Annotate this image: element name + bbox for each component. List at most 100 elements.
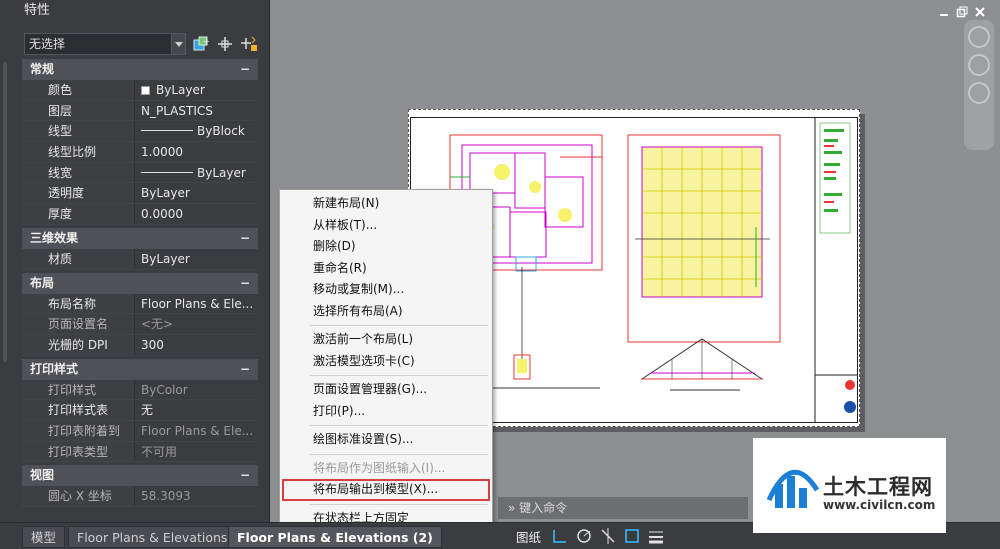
property-value[interactable]: 不可用 (134, 441, 258, 462)
ortho-icon[interactable] (551, 527, 569, 545)
collapse-icon[interactable]: − (240, 359, 250, 380)
quick-select-icon[interactable] (240, 35, 258, 53)
section-header[interactable]: 常规 − (22, 59, 258, 80)
property-value[interactable]: <无> (134, 314, 258, 334)
property-value[interactable]: ByColor (134, 379, 258, 400)
property-row[interactable]: 材质 ByLayer (22, 248, 258, 270)
chevron-down-icon[interactable] (171, 34, 185, 54)
property-row[interactable]: 颜色 ByLayer (22, 80, 258, 101)
property-value-text: ByLayer (156, 83, 205, 97)
section-header[interactable]: 三维效果 − (22, 227, 258, 249)
selection-dropdown-value: 无选择 (29, 37, 66, 51)
menu-item-export-layout-to-model[interactable]: 将布局输出到模型(X)... (282, 479, 490, 501)
command-line-input[interactable]: » 键入命令 (498, 497, 748, 519)
lineweight-icon[interactable] (647, 527, 665, 545)
collapse-icon[interactable]: − (240, 273, 250, 294)
menu-item: 将布局作为图纸输入(I)... (313, 460, 446, 475)
title-block (814, 117, 857, 422)
watermark-url: www.civilcn.com (823, 498, 936, 512)
palette-title: 特性 (0, 0, 269, 22)
menu-item[interactable]: 页面设置管理器(G)... (280, 379, 492, 401)
property-value[interactable]: 1.0000 (134, 142, 258, 162)
selection-dropdown[interactable]: 无选择 (24, 33, 186, 55)
property-value[interactable]: 58.3093 (134, 486, 258, 506)
property-row[interactable]: 打印表类型 不可用 (22, 441, 258, 463)
section-header[interactable]: 视图 − (22, 465, 258, 487)
menu-item[interactable]: 移动或复制(M)... (280, 279, 492, 301)
property-value-text: 不可用 (141, 444, 178, 459)
watermark-emblem-icon (766, 469, 819, 508)
property-row[interactable]: 打印样式 ByColor (22, 379, 258, 401)
section-header[interactable]: 布局 − (22, 272, 258, 294)
tab-label: Floor Plans & Elevations (2) (237, 530, 433, 545)
property-value[interactable]: Floor Plans & Ele... (134, 293, 258, 314)
property-row[interactable]: 厚度 0.0000 (22, 204, 258, 225)
tab-model[interactable]: 模型 (22, 526, 66, 548)
collapse-icon[interactable]: − (240, 465, 250, 486)
property-value[interactable]: N_PLASTICS (134, 100, 258, 121)
property-value[interactable]: ByLayer (134, 248, 258, 269)
property-row[interactable]: 打印表附着到 Floor Plans & Ele... (22, 420, 258, 442)
property-value[interactable]: 0.0000 (134, 204, 258, 224)
palette-grip[interactable] (3, 62, 7, 362)
property-name: 颜色 (22, 80, 134, 100)
menu-item[interactable]: 激活模型选项卡(C) (280, 351, 492, 373)
menu-item[interactable]: 重命名(R) (280, 258, 492, 280)
property-value-text: Floor Plans & Ele... (141, 296, 254, 311)
status-bar: 图纸 (512, 525, 665, 547)
property-value[interactable]: 300 (134, 334, 258, 355)
tab-label: 模型 (31, 530, 57, 545)
object-snap-icon[interactable] (623, 527, 641, 545)
watermark-title: 土木工程网 (823, 475, 933, 499)
property-value[interactable]: ByLayer (134, 162, 258, 183)
property-row[interactable]: 打印样式表无 (22, 400, 258, 421)
zoom-icon[interactable] (968, 82, 990, 104)
property-value[interactable]: 无 (134, 400, 258, 420)
property-value[interactable]: ByLayer (134, 183, 258, 204)
property-row[interactable]: 布局名称 Floor Plans & Ele... (22, 293, 258, 315)
collapse-icon[interactable]: − (240, 59, 250, 80)
menu-item[interactable]: 删除(D) (280, 236, 492, 258)
property-name: 圆心 X 坐标 (22, 486, 134, 506)
menu-item[interactable]: 选择所有布局(A) (280, 301, 492, 323)
menu-item[interactable]: 绘图标准设置(S)... (280, 429, 492, 451)
property-value[interactable]: ByLayer (134, 80, 258, 100)
navigation-bar (964, 20, 994, 150)
property-row[interactable]: 线型 ByBlock (22, 121, 258, 143)
property-value-text: ByLayer (141, 186, 190, 201)
property-row[interactable]: 光栅的 DPI 300 (22, 334, 258, 356)
property-row[interactable]: 圆心 X 坐标 58.3093 (22, 486, 258, 507)
tab-floor-plans-elevations[interactable]: Floor Plans & Elevations (68, 526, 237, 548)
menu-item[interactable]: 打印(P)... (280, 401, 492, 423)
property-row[interactable]: 线型比例 1.0000 (22, 142, 258, 163)
section-title: 打印样式 (30, 361, 79, 376)
steering-wheel-icon[interactable] (968, 26, 990, 48)
property-value[interactable]: ByBlock (134, 121, 258, 142)
select-objects-icon[interactable] (216, 35, 234, 53)
property-name: 线型比例 (22, 142, 134, 162)
tab-floor-plans-elevations-2[interactable]: Floor Plans & Elevations (2) (228, 526, 442, 548)
section-header[interactable]: 打印样式 − (22, 358, 258, 380)
menu-item[interactable]: 激活前一个布局(L) (280, 329, 492, 351)
property-value[interactable]: Floor Plans & Ele... (134, 420, 258, 441)
property-row[interactable]: 透明度 ByLayer (22, 183, 258, 205)
menu-item[interactable]: 新建布局(N) (280, 193, 492, 215)
ceiling-plan-drawing (627, 134, 781, 391)
object-snap-tracking-icon[interactable] (599, 527, 617, 545)
collapse-icon[interactable]: − (240, 228, 250, 249)
linetype-preview-icon (141, 130, 193, 132)
close-icon[interactable] (974, 6, 986, 18)
linetype-preview-icon (141, 171, 193, 173)
command-line-chevron-icon: » (508, 501, 520, 515)
paper-space-toggle[interactable]: 图纸 (512, 527, 545, 546)
palette-side-strip[interactable] (0, 22, 10, 522)
pan-icon[interactable] (968, 54, 990, 76)
restore-icon[interactable] (956, 6, 968, 18)
menu-item[interactable]: 从样板(T)... (280, 215, 492, 237)
property-row[interactable]: 线宽 ByLayer (22, 162, 258, 184)
minimize-icon[interactable] (938, 6, 950, 18)
toggle-pickadd-icon[interactable]: + (192, 35, 210, 53)
property-row[interactable]: 页面设置名 <无> (22, 314, 258, 335)
polar-tracking-icon[interactable] (575, 527, 593, 545)
property-row[interactable]: 图层 N_PLASTICS (22, 100, 258, 122)
